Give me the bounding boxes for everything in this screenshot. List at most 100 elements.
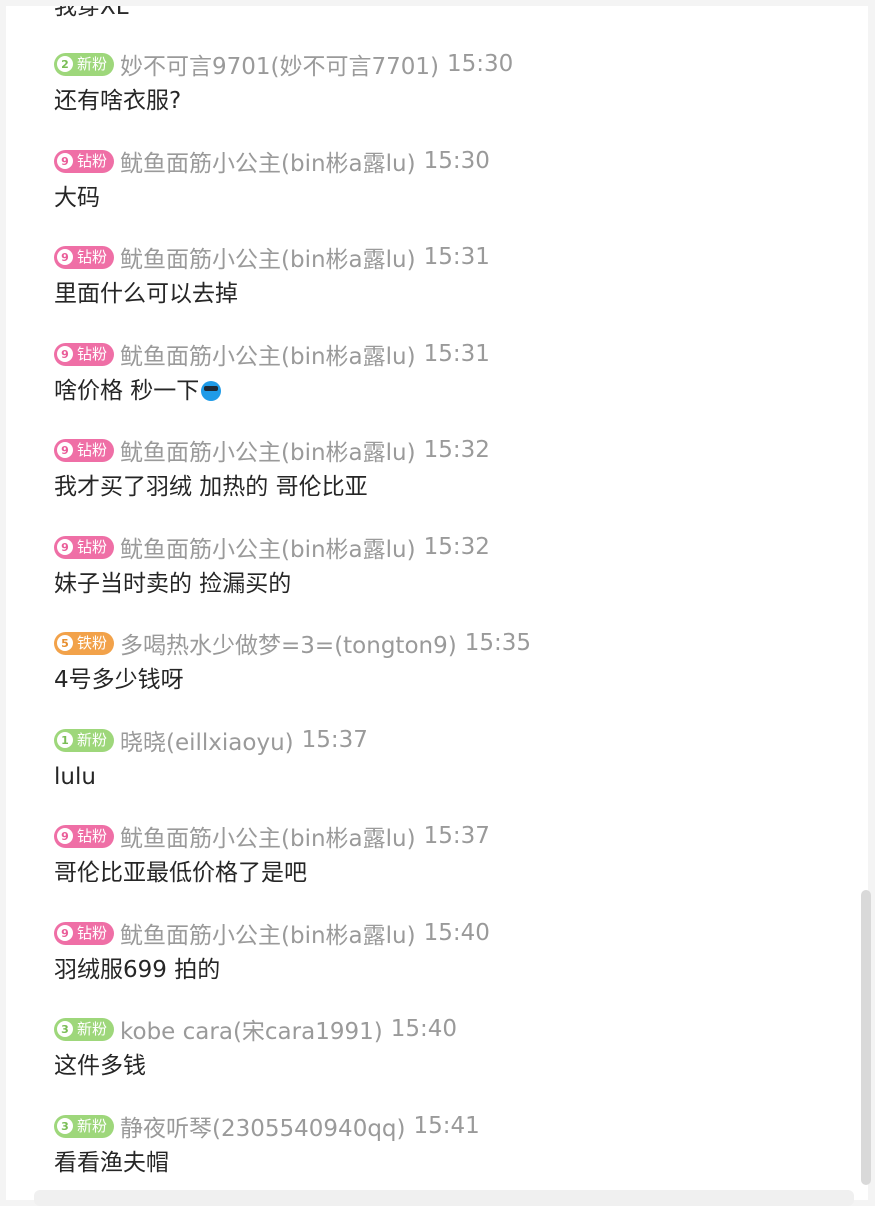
fan-badge-label: 铁粉 — [77, 633, 108, 652]
fan-level-number: 9 — [57, 539, 73, 555]
fan-badge-label: 新粉 — [77, 1019, 108, 1038]
message-text: 我才买了羽绒 加热的 哥伦比亚 — [54, 472, 490, 502]
message-body: 大码 — [54, 185, 100, 211]
message-header: 9 钻粉 鱿鱼面筋小公主(bin彬a露lu) 15:32 — [54, 433, 490, 467]
message-header: 1 新粉 晓晓(eillxiaoyu) 15:37 — [54, 723, 368, 757]
fan-badge-label: 新粉 — [77, 1116, 108, 1135]
message-text: 这件多钱 — [54, 1051, 457, 1081]
message-body: 我才买了羽绒 加热的 哥伦比亚 — [54, 474, 368, 500]
chat-message: 5 铁粉 多喝热水少做梦=3=(tongton9) 15:35 4号多少钱呀 — [54, 629, 531, 695]
fan-level-number: 3 — [57, 1021, 73, 1037]
fan-badge-label: 钻粉 — [77, 923, 108, 942]
chat-message: 3 新粉 静夜听琴(2305540940qq) 15:41 看看渔夫帽 — [54, 1112, 480, 1178]
bottom-bar — [34, 1190, 854, 1206]
timestamp: 15:31 — [423, 244, 490, 270]
message-header: 9 钻粉 鱿鱼面筋小公主(bin彬a露lu) 15:40 — [54, 916, 490, 950]
fan-badge: 2 新粉 — [54, 52, 115, 76]
message-text-partial: 我穿XL — [54, 6, 129, 20]
username[interactable]: 晓晓(eillxiaoyu) — [120, 723, 294, 757]
message-header: 2 新粉 妙不可言9701(妙不可言7701) 15:30 — [54, 47, 513, 81]
message-body: 妹子当时卖的 捡漏买的 — [54, 571, 292, 597]
chat-message: 9 钻粉 鱿鱼面筋小公主(bin彬a露lu) 15:32 妹子当时卖的 捡漏买的 — [54, 533, 490, 599]
fan-badge: 9 钻粉 — [54, 921, 115, 945]
fan-badge-label: 钻粉 — [77, 537, 108, 556]
fan-badge: 3 新粉 — [54, 1017, 115, 1041]
username[interactable]: 鱿鱼面筋小公主(bin彬a露lu) — [120, 916, 416, 950]
username[interactable]: 妙不可言9701(妙不可言7701) — [120, 47, 439, 81]
fan-level-number: 5 — [57, 635, 73, 651]
chat-message: 1 新粉 晓晓(eillxiaoyu) 15:37 lulu — [54, 726, 368, 792]
message-body: 还有啥衣服? — [54, 88, 182, 114]
fan-badge: 3 新粉 — [54, 1114, 115, 1138]
message-text: 羽绒服699 拍的 — [54, 955, 490, 985]
fan-badge-label: 钻粉 — [77, 247, 108, 266]
timestamp: 15:40 — [390, 1016, 458, 1042]
message-text: 妹子当时卖的 捡漏买的 — [54, 569, 490, 599]
fan-level-number: 9 — [57, 442, 73, 458]
message-body: 这件多钱 — [54, 1053, 146, 1079]
username[interactable]: kobe cara(宋cara1991) — [120, 1012, 383, 1046]
fan-level-number: 3 — [57, 1118, 73, 1134]
message-body: 看看渔夫帽 — [54, 1150, 169, 1176]
cool-sunglasses-emoji — [201, 381, 222, 401]
chat-message: 2 新粉 妙不可言9701(妙不可言7701) 15:30 还有啥衣服? — [54, 50, 513, 116]
timestamp: 15:31 — [423, 341, 490, 367]
fan-badge: 9 钻粉 — [54, 342, 115, 366]
message-header: 5 铁粉 多喝热水少做梦=3=(tongton9) 15:35 — [54, 626, 531, 660]
message-text: 看看渔夫帽 — [54, 1148, 480, 1178]
username[interactable]: 静夜听琴(2305540940qq) — [120, 1109, 405, 1143]
message-body: 羽绒服699 拍的 — [54, 957, 221, 983]
username[interactable]: 鱿鱼面筋小公主(bin彬a露lu) — [120, 433, 416, 467]
message-body: lulu — [54, 764, 96, 790]
chat-message: 3 新粉 kobe cara(宋cara1991) 15:40 这件多钱 — [54, 1015, 457, 1081]
message-text: 大码 — [54, 183, 490, 213]
message-header: 9 钻粉 鱿鱼面筋小公主(bin彬a露lu) 15:31 — [54, 240, 490, 274]
fan-badge-label: 钻粉 — [77, 344, 108, 363]
message-text: lulu — [54, 762, 368, 792]
timestamp: 15:30 — [423, 148, 490, 174]
message-body: 啥价格 秒一下 — [54, 378, 200, 404]
fan-level-number: 2 — [57, 56, 73, 72]
timestamp: 15:41 — [413, 1113, 480, 1139]
message-body: 哥伦比亚最低价格了是吧 — [54, 860, 307, 886]
fan-level-number: 9 — [57, 828, 73, 844]
chat-message: 9 钻粉 鱿鱼面筋小公主(bin彬a露lu) 15:37 哥伦比亚最低价格了是吧 — [54, 822, 490, 888]
username[interactable]: 鱿鱼面筋小公主(bin彬a露lu) — [120, 240, 416, 274]
chat-message: 9 钻粉 鱿鱼面筋小公主(bin彬a露lu) 15:40 羽绒服699 拍的 — [54, 919, 490, 985]
fan-badge: 9 钻粉 — [54, 824, 115, 848]
scrollbar[interactable] — [861, 890, 871, 1185]
fan-level-number: 1 — [57, 732, 73, 748]
chat-panel: 我穿XL 2 新粉 妙不可言9701(妙不可言7701) 15:30 还有啥衣服? 9 钻粉… — [6, 6, 868, 1200]
fan-badge-label: 钻粉 — [77, 826, 108, 845]
username[interactable]: 鱿鱼面筋小公主(bin彬a露lu) — [120, 819, 416, 853]
fan-badge: 9 钻粉 — [54, 149, 115, 173]
timestamp: 15:37 — [301, 727, 368, 753]
message-header: 3 新粉 kobe cara(宋cara1991) 15:40 — [54, 1012, 458, 1046]
fan-badge: 9 钻粉 — [54, 535, 115, 559]
fan-badge-label: 钻粉 — [77, 151, 108, 170]
message-text: 还有啥衣服? — [54, 86, 513, 116]
chat-message: 9 钻粉 鱿鱼面筋小公主(bin彬a露lu) 15:30 大码 — [54, 147, 490, 213]
message-header: 3 新粉 静夜听琴(2305540940qq) 15:41 — [54, 1109, 480, 1143]
username[interactable]: 鱿鱼面筋小公主(bin彬a露lu) — [120, 337, 416, 371]
message-text: 哥伦比亚最低价格了是吧 — [54, 858, 490, 888]
message-body: 4号多少钱呀 — [54, 667, 184, 693]
message-text: 啥价格 秒一下 — [54, 376, 490, 406]
fan-level-number: 9 — [57, 925, 73, 941]
timestamp: 15:32 — [423, 534, 490, 560]
message-header: 9 钻粉 鱿鱼面筋小公主(bin彬a露lu) 15:31 — [54, 337, 490, 371]
message-text: 里面什么可以去掉 — [54, 279, 490, 309]
fan-level-number: 9 — [57, 153, 73, 169]
fan-level-number: 9 — [57, 346, 73, 362]
message-header: 9 钻粉 鱿鱼面筋小公主(bin彬a露lu) 15:30 — [54, 144, 490, 178]
fan-badge: 9 钻粉 — [54, 438, 115, 462]
timestamp: 15:37 — [423, 823, 490, 849]
fan-badge: 1 新粉 — [54, 728, 115, 752]
username[interactable]: 鱿鱼面筋小公主(bin彬a露lu) — [120, 144, 416, 178]
fan-badge-label: 新粉 — [77, 54, 108, 73]
username[interactable]: 鱿鱼面筋小公主(bin彬a露lu) — [120, 530, 416, 564]
chat-message: 9 钻粉 鱿鱼面筋小公主(bin彬a露lu) 15:31 里面什么可以去掉 — [54, 243, 490, 309]
username[interactable]: 多喝热水少做梦=3=(tongton9) — [120, 626, 457, 660]
message-body: 里面什么可以去掉 — [54, 281, 238, 307]
fan-badge: 5 铁粉 — [54, 631, 115, 655]
